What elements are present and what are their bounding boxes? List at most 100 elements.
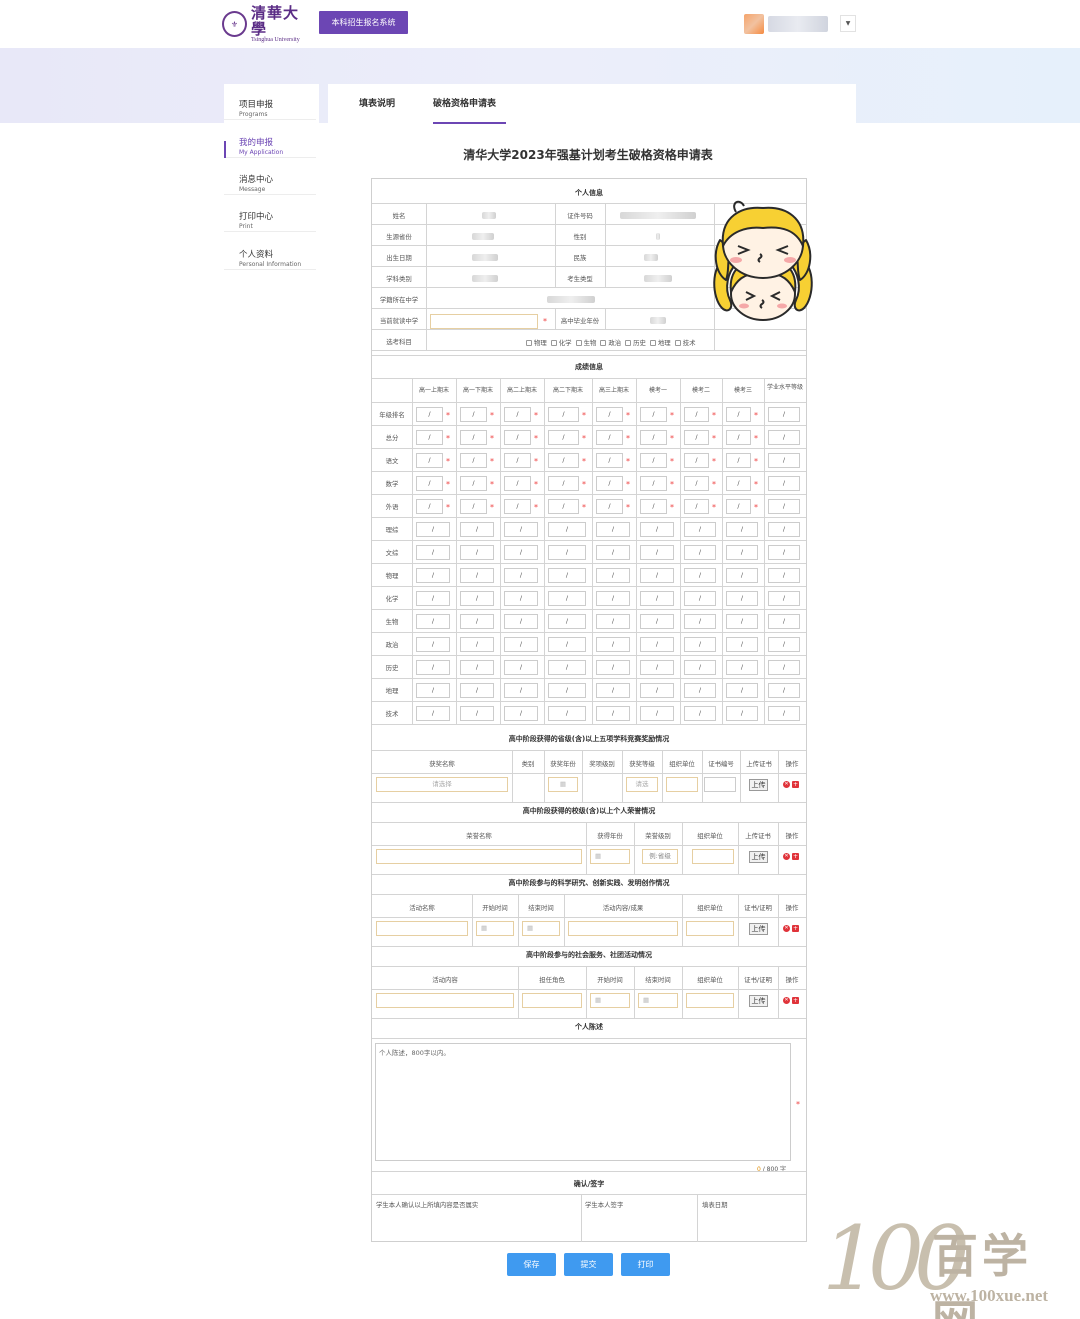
score-input[interactable]: / bbox=[416, 522, 450, 537]
add-icon[interactable]: + bbox=[792, 925, 799, 932]
score-input[interactable]: / bbox=[416, 407, 443, 422]
score-input[interactable]: / bbox=[640, 683, 674, 698]
score-input[interactable]: / bbox=[768, 660, 800, 675]
score-input[interactable]: / bbox=[684, 407, 709, 422]
delete-icon[interactable]: ✕ bbox=[783, 781, 790, 788]
score-input[interactable]: / bbox=[726, 614, 758, 629]
score-input[interactable]: / bbox=[416, 453, 443, 468]
score-input[interactable]: / bbox=[684, 499, 709, 514]
subject-checkbox[interactable] bbox=[550, 340, 557, 346]
score-input[interactable]: / bbox=[768, 453, 800, 468]
score-input[interactable]: / bbox=[684, 637, 716, 652]
current-school-input[interactable] bbox=[430, 314, 538, 329]
score-input[interactable]: / bbox=[684, 545, 716, 560]
subject-checkbox[interactable] bbox=[649, 340, 656, 346]
score-input[interactable]: / bbox=[726, 660, 758, 675]
score-input[interactable]: / bbox=[504, 476, 531, 491]
score-input[interactable]: / bbox=[460, 706, 494, 721]
score-input[interactable]: / bbox=[768, 430, 800, 445]
score-input[interactable]: / bbox=[726, 683, 758, 698]
score-input[interactable]: / bbox=[684, 683, 716, 698]
add-icon[interactable]: + bbox=[792, 853, 799, 860]
score-input[interactable]: / bbox=[460, 568, 494, 583]
score-input[interactable]: / bbox=[460, 637, 494, 652]
score-input[interactable]: / bbox=[460, 430, 487, 445]
subject-checkbox[interactable] bbox=[575, 340, 582, 346]
score-input[interactable]: / bbox=[768, 591, 800, 606]
score-input[interactable]: / bbox=[596, 614, 630, 629]
score-input[interactable]: / bbox=[596, 545, 630, 560]
score-input[interactable]: / bbox=[460, 614, 494, 629]
score-input[interactable]: / bbox=[416, 568, 450, 583]
score-input[interactable]: / bbox=[548, 545, 586, 560]
score-input[interactable]: / bbox=[768, 499, 800, 514]
score-input[interactable]: / bbox=[726, 453, 751, 468]
score-input[interactable]: / bbox=[548, 453, 579, 468]
score-input[interactable]: / bbox=[504, 545, 538, 560]
score-input[interactable]: / bbox=[548, 522, 586, 537]
score-input[interactable]: / bbox=[726, 591, 758, 606]
score-input[interactable]: / bbox=[640, 499, 667, 514]
user-menu[interactable]: ▼ bbox=[744, 12, 859, 36]
system-name-button[interactable]: 本科招生报名系统 bbox=[319, 11, 408, 34]
score-input[interactable]: / bbox=[684, 568, 716, 583]
score-input[interactable]: / bbox=[504, 407, 531, 422]
score-input[interactable]: / bbox=[548, 591, 586, 606]
honor-level-input[interactable]: 例:省级 bbox=[642, 849, 678, 864]
score-input[interactable]: / bbox=[726, 706, 758, 721]
score-input[interactable]: / bbox=[684, 660, 716, 675]
score-input[interactable]: / bbox=[768, 476, 800, 491]
score-input[interactable]: / bbox=[684, 706, 716, 721]
score-input[interactable]: / bbox=[548, 407, 579, 422]
score-input[interactable]: / bbox=[726, 568, 758, 583]
award-org-input[interactable] bbox=[666, 777, 698, 792]
subject-checkbox[interactable] bbox=[674, 340, 681, 346]
personal-statement-textarea[interactable]: 个人陈述，800字以内。 bbox=[375, 1043, 791, 1161]
award-grade-select[interactable]: 请选 bbox=[626, 777, 658, 792]
score-input[interactable]: / bbox=[768, 706, 800, 721]
score-input[interactable]: / bbox=[548, 476, 579, 491]
sidebar-item-personal[interactable]: 个人资料 Personal Information bbox=[224, 234, 316, 270]
score-input[interactable]: / bbox=[460, 476, 487, 491]
research-content-input[interactable] bbox=[568, 921, 678, 936]
score-input[interactable]: / bbox=[504, 614, 538, 629]
score-input[interactable]: / bbox=[726, 476, 751, 491]
score-input[interactable]: / bbox=[640, 660, 674, 675]
score-input[interactable]: / bbox=[768, 522, 800, 537]
score-input[interactable]: / bbox=[640, 407, 667, 422]
score-input[interactable]: / bbox=[768, 637, 800, 652]
score-input[interactable]: / bbox=[416, 476, 443, 491]
score-input[interactable]: / bbox=[504, 499, 531, 514]
score-input[interactable]: / bbox=[548, 614, 586, 629]
score-input[interactable]: / bbox=[684, 453, 709, 468]
score-input[interactable]: / bbox=[416, 614, 450, 629]
save-button[interactable]: 保存 bbox=[507, 1253, 556, 1276]
score-input[interactable]: / bbox=[640, 545, 674, 560]
research-start-input[interactable]: ▦ bbox=[476, 921, 514, 936]
print-button[interactable]: 打印 bbox=[621, 1253, 670, 1276]
award-year-input[interactable]: ▦ bbox=[548, 777, 578, 792]
score-input[interactable]: / bbox=[640, 430, 667, 445]
subject-checkbox[interactable] bbox=[600, 340, 607, 346]
score-input[interactable]: / bbox=[640, 614, 674, 629]
honor-year-input[interactable]: ▦ bbox=[590, 849, 630, 864]
score-input[interactable]: / bbox=[548, 683, 586, 698]
score-input[interactable]: / bbox=[548, 430, 579, 445]
score-input[interactable]: / bbox=[416, 706, 450, 721]
score-input[interactable]: / bbox=[684, 522, 716, 537]
score-input[interactable]: / bbox=[726, 430, 751, 445]
score-input[interactable]: / bbox=[460, 545, 494, 560]
score-input[interactable]: / bbox=[596, 637, 630, 652]
score-input[interactable]: / bbox=[504, 706, 538, 721]
score-input[interactable]: / bbox=[726, 522, 758, 537]
score-input[interactable]: / bbox=[726, 637, 758, 652]
score-input[interactable]: / bbox=[596, 591, 630, 606]
score-input[interactable]: / bbox=[416, 637, 450, 652]
submit-button[interactable]: 提交 bbox=[564, 1253, 613, 1276]
award-name-select[interactable]: 请选择 bbox=[376, 777, 508, 792]
score-input[interactable]: / bbox=[640, 568, 674, 583]
score-input[interactable]: / bbox=[640, 637, 674, 652]
score-input[interactable]: / bbox=[548, 637, 586, 652]
score-input[interactable]: / bbox=[726, 545, 758, 560]
upload-button[interactable]: 上传 bbox=[749, 923, 768, 935]
